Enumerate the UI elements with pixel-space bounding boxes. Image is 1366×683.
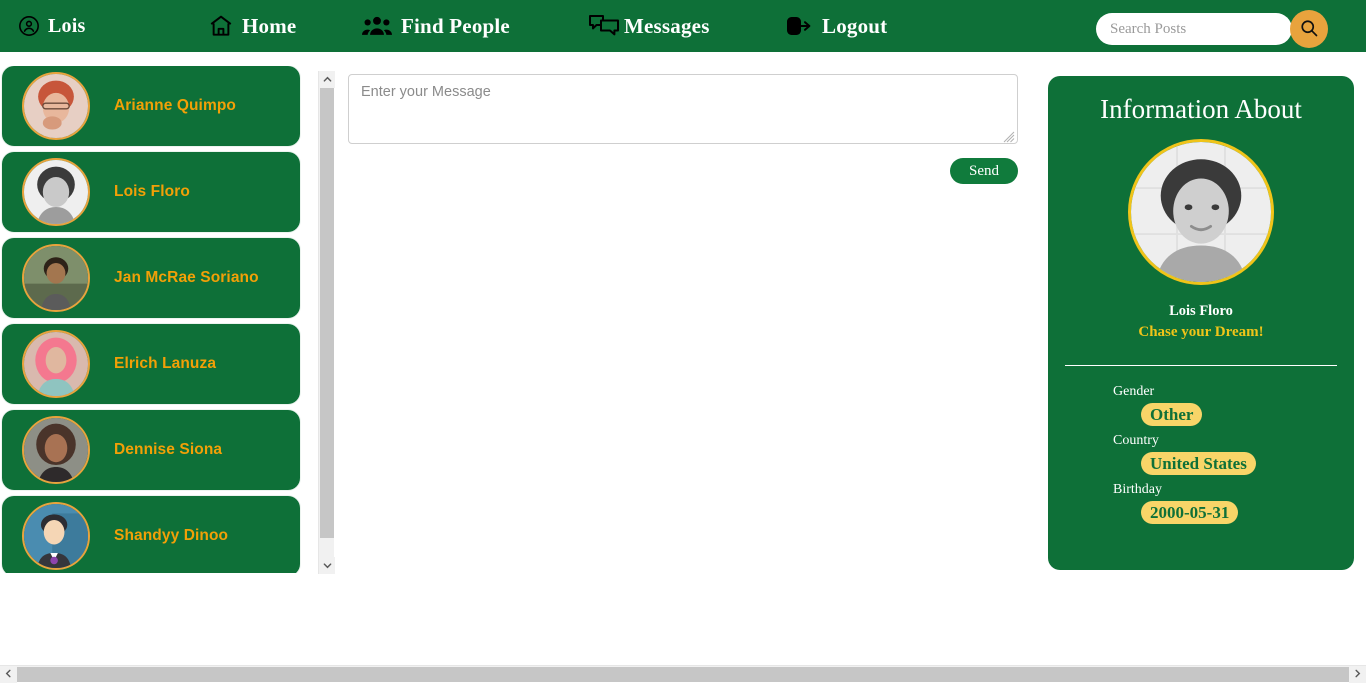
friend-name: Jan McRae Soriano bbox=[114, 269, 259, 287]
logout-icon bbox=[786, 14, 814, 38]
profile-tagline: Chase your Dream! bbox=[1048, 324, 1354, 341]
friend-name: Dennise Siona bbox=[114, 441, 222, 459]
chevron-up-icon bbox=[323, 71, 332, 89]
friend-list-item[interactable]: Shandyy Dinoo bbox=[2, 496, 300, 573]
field-value-gender-wrap: Other bbox=[1141, 401, 1261, 429]
nav-item-logout-label: Logout bbox=[822, 14, 887, 39]
avatar bbox=[22, 244, 90, 312]
send-button[interactable]: Send bbox=[950, 158, 1018, 184]
message-input[interactable] bbox=[348, 74, 1018, 144]
scroll-right-button[interactable] bbox=[1349, 666, 1366, 683]
field-value-country-wrap: United States bbox=[1141, 450, 1261, 478]
page-horizontal-scrollbar[interactable] bbox=[0, 665, 1366, 682]
friend-list-item[interactable]: Jan McRae Soriano bbox=[2, 238, 300, 318]
nav-item-find-people-label: Find People bbox=[401, 14, 510, 39]
friend-list-item[interactable]: Dennise Siona bbox=[2, 410, 300, 490]
navbar: Lois Home Find People bbox=[0, 0, 1366, 52]
nav-item-home-label: Home bbox=[242, 14, 296, 39]
friend-list-item[interactable]: Lois Floro bbox=[2, 152, 300, 232]
nav-item-messages[interactable]: Messages bbox=[588, 0, 710, 52]
field-label-birthday: Birthday bbox=[1113, 482, 1354, 498]
avatar bbox=[22, 502, 90, 570]
home-icon bbox=[208, 13, 234, 39]
friend-name: Elrich Lanuza bbox=[114, 355, 216, 373]
friend-list-scrollbar[interactable] bbox=[318, 71, 334, 574]
search-input-tail[interactable] bbox=[1266, 13, 1292, 45]
field-value-birthday: 2000-05-31 bbox=[1141, 501, 1238, 524]
chevron-down-icon bbox=[323, 557, 332, 575]
divider bbox=[1065, 365, 1337, 366]
search-area bbox=[1096, 10, 1328, 48]
scroll-up-button[interactable] bbox=[319, 71, 335, 88]
field-value-country: United States bbox=[1141, 452, 1256, 475]
field-value-gender: Other bbox=[1141, 403, 1202, 426]
friend-name: Arianne Quimpo bbox=[114, 97, 236, 115]
nav-brand-lois[interactable]: Lois bbox=[18, 0, 85, 52]
avatar bbox=[22, 416, 90, 484]
chat-bubbles-icon bbox=[588, 13, 620, 39]
friend-list-item[interactable]: Elrich Lanuza bbox=[2, 324, 300, 404]
friend-list-item[interactable]: Arianne Quimpo bbox=[2, 66, 300, 146]
avatar bbox=[22, 72, 90, 140]
avatar bbox=[22, 330, 90, 398]
field-value-birthday-wrap: 2000-05-31 bbox=[1141, 499, 1261, 527]
profile-avatar bbox=[1128, 139, 1274, 285]
message-compose: Send bbox=[348, 74, 1018, 184]
nav-item-messages-label: Messages bbox=[624, 14, 710, 39]
user-circle-icon bbox=[18, 15, 40, 37]
friend-list: Arianne Quimpo Lois Floro Jan McRae Sori… bbox=[0, 66, 318, 573]
search-button[interactable] bbox=[1290, 10, 1328, 48]
horizontal-scrollbar-thumb[interactable] bbox=[17, 667, 1349, 682]
field-label-gender: Gender bbox=[1113, 384, 1354, 400]
nav-item-logout[interactable]: Logout bbox=[786, 0, 887, 52]
nav-item-find-people[interactable]: Find People bbox=[362, 0, 510, 52]
nav-item-home[interactable]: Home bbox=[208, 0, 296, 52]
search-icon bbox=[1299, 18, 1319, 41]
info-panel-title: Information About bbox=[1048, 94, 1354, 125]
friend-name: Lois Floro bbox=[114, 183, 190, 201]
scrollbar-thumb[interactable] bbox=[320, 88, 334, 538]
nav-brand-label: Lois bbox=[48, 15, 85, 38]
scroll-left-button[interactable] bbox=[0, 666, 17, 683]
field-label-country: Country bbox=[1113, 433, 1354, 449]
users-group-icon bbox=[362, 14, 392, 38]
profile-info-panel: Information About Lois Floro Chase your … bbox=[1048, 76, 1354, 570]
chevron-right-icon bbox=[1353, 665, 1362, 683]
friend-name: Shandyy Dinoo bbox=[114, 527, 228, 545]
chevron-left-icon bbox=[4, 665, 13, 683]
send-row: Send bbox=[348, 158, 1018, 184]
profile-fields: Gender Other Country United States Birth… bbox=[1048, 384, 1354, 527]
scroll-down-button[interactable] bbox=[319, 557, 335, 574]
profile-name: Lois Floro bbox=[1048, 303, 1354, 320]
avatar bbox=[22, 158, 90, 226]
search-input[interactable] bbox=[1096, 13, 1266, 45]
